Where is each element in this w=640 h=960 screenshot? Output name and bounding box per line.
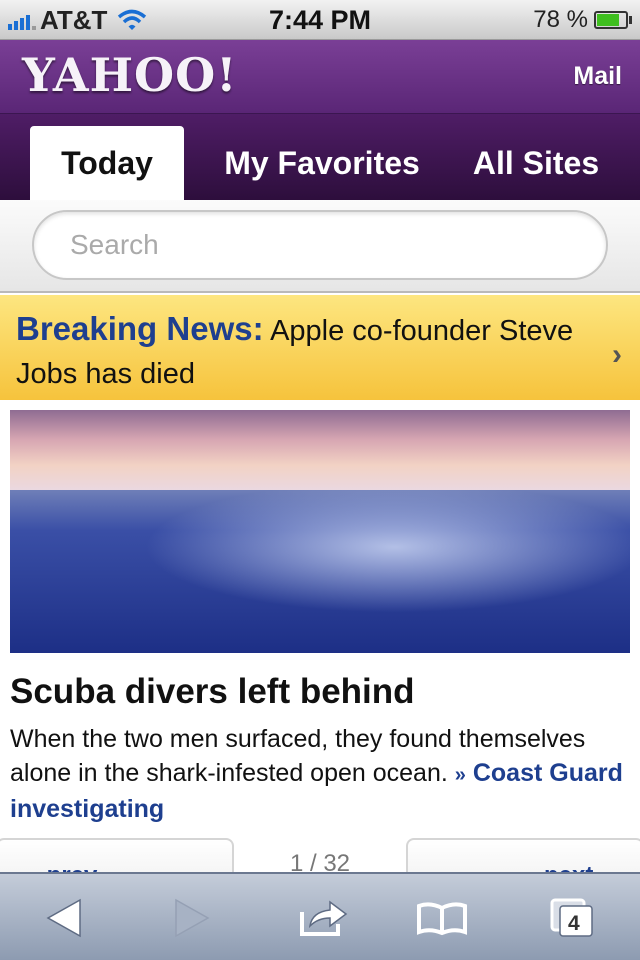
breaking-news-banner[interactable]: Breaking News: Apple co-founder Steve Jo… [0, 295, 640, 400]
forward-arrow-icon [175, 898, 210, 938]
ocean-image [10, 410, 630, 653]
tabs-button[interactable]: 4 [542, 888, 602, 948]
battery-percent: 78 % [533, 6, 588, 33]
share-button[interactable] [294, 888, 354, 948]
tabs-count: 4 [568, 912, 580, 935]
tab-all-sites[interactable]: All Sites [456, 126, 616, 200]
yahoo-header: YAHOO! Mail [0, 40, 640, 114]
book-icon [417, 902, 467, 936]
browser-toolbar: 4 [0, 872, 640, 960]
breaking-news-label: Breaking News: [16, 310, 264, 347]
bookmarks-button[interactable] [412, 888, 472, 948]
story-headline[interactable]: Scuba divers left behind [10, 672, 415, 712]
tab-today[interactable]: Today [30, 126, 184, 200]
back-arrow-icon [46, 898, 81, 938]
share-icon [300, 900, 348, 936]
status-bar: AT&T 7:44 PM 78 % [0, 0, 640, 40]
back-button[interactable] [34, 888, 94, 948]
tab-my-favorites[interactable]: My Favorites [204, 126, 440, 200]
forward-button[interactable] [162, 888, 222, 948]
battery-fill [597, 14, 619, 26]
battery-tip [629, 16, 632, 24]
story-summary: When the two men surfaced, they found th… [10, 722, 630, 826]
battery-icon [594, 11, 628, 29]
search-input[interactable]: Search [32, 210, 608, 280]
chevron-right-icon: › [612, 338, 622, 371]
status-right: 78 % [533, 6, 632, 34]
story-image[interactable] [10, 410, 630, 653]
yahoo-logo[interactable]: YAHOO! [22, 48, 237, 102]
search-bar: Search [0, 200, 640, 293]
mail-link[interactable]: Mail [573, 62, 622, 91]
tab-bar: Today My Favorites All Sites [0, 114, 640, 200]
double-chevron-icon: » [454, 764, 466, 786]
